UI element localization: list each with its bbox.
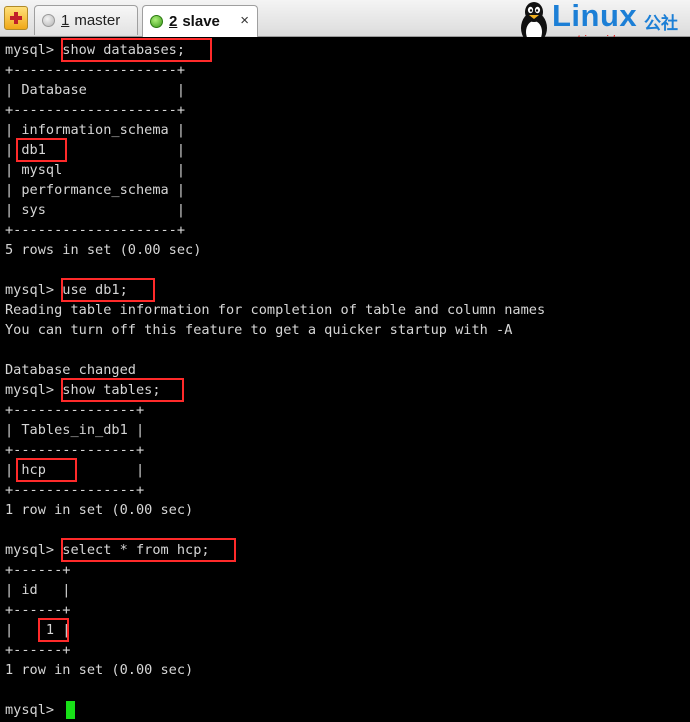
terminal-line: 1 row in set (0.00 sec) [5,502,194,518]
logo-wordmark: Linux [552,0,638,33]
terminal-line: Database changed [5,362,136,378]
terminal-line: mysql> [5,702,63,718]
close-tab-icon[interactable]: × [240,12,249,29]
terminal-line: You can turn off this feature to get a q… [5,322,513,338]
highlight-show-tables [61,378,184,402]
terminal-line: +------+ [5,642,71,658]
highlight-show-databases [61,38,212,62]
tab-label: master [74,12,121,29]
highlight-id-value [38,618,69,642]
terminal-line: | Database | [5,82,186,98]
terminal-line: | id | [5,582,71,598]
terminal-line: +---------------+ [5,442,145,458]
terminal-line: | mysql | [5,162,186,178]
tab-number: 2 [169,13,178,30]
add-icon [10,12,22,24]
highlight-select-query [61,538,236,562]
highlight-use-db1 [61,278,155,302]
highlight-db1 [16,138,67,162]
terminal-line: 5 rows in set (0.00 sec) [5,242,202,258]
terminal-output[interactable]: mysql> show databases; +----------------… [0,37,690,722]
highlight-hcp [16,458,77,482]
terminal-line: | Tables_in_db1 | [5,422,145,438]
session-status-icon [150,15,163,28]
terminal-line: +--------------------+ [5,62,186,78]
terminal-line: | information_schema | [5,122,186,138]
terminal-line: +--------------------+ [5,102,186,118]
terminal-line: +---------------+ [5,482,145,498]
logo-chinese-text: 公社 [644,14,678,33]
terminal-line: | performance_schema | [5,182,186,198]
new-tab-button[interactable] [4,6,28,30]
terminal-line: 1 row in set (0.00 sec) [5,662,194,678]
tab-label: slave [182,13,220,30]
terminal-line: +--------------------+ [5,222,186,238]
tab-master[interactable]: 1 master [34,5,138,35]
terminal-cursor [66,701,75,719]
tab-number: 1 [61,12,70,29]
terminal-line: | sys | [5,202,186,218]
session-status-icon [42,14,55,27]
terminal-line: +------+ [5,602,71,618]
tab-slave[interactable]: 2 slave × [142,5,258,37]
terminal-line: Reading table information for completion… [5,302,546,318]
terminal-line: +---------------+ [5,402,145,418]
terminal-line: +------+ [5,562,71,578]
